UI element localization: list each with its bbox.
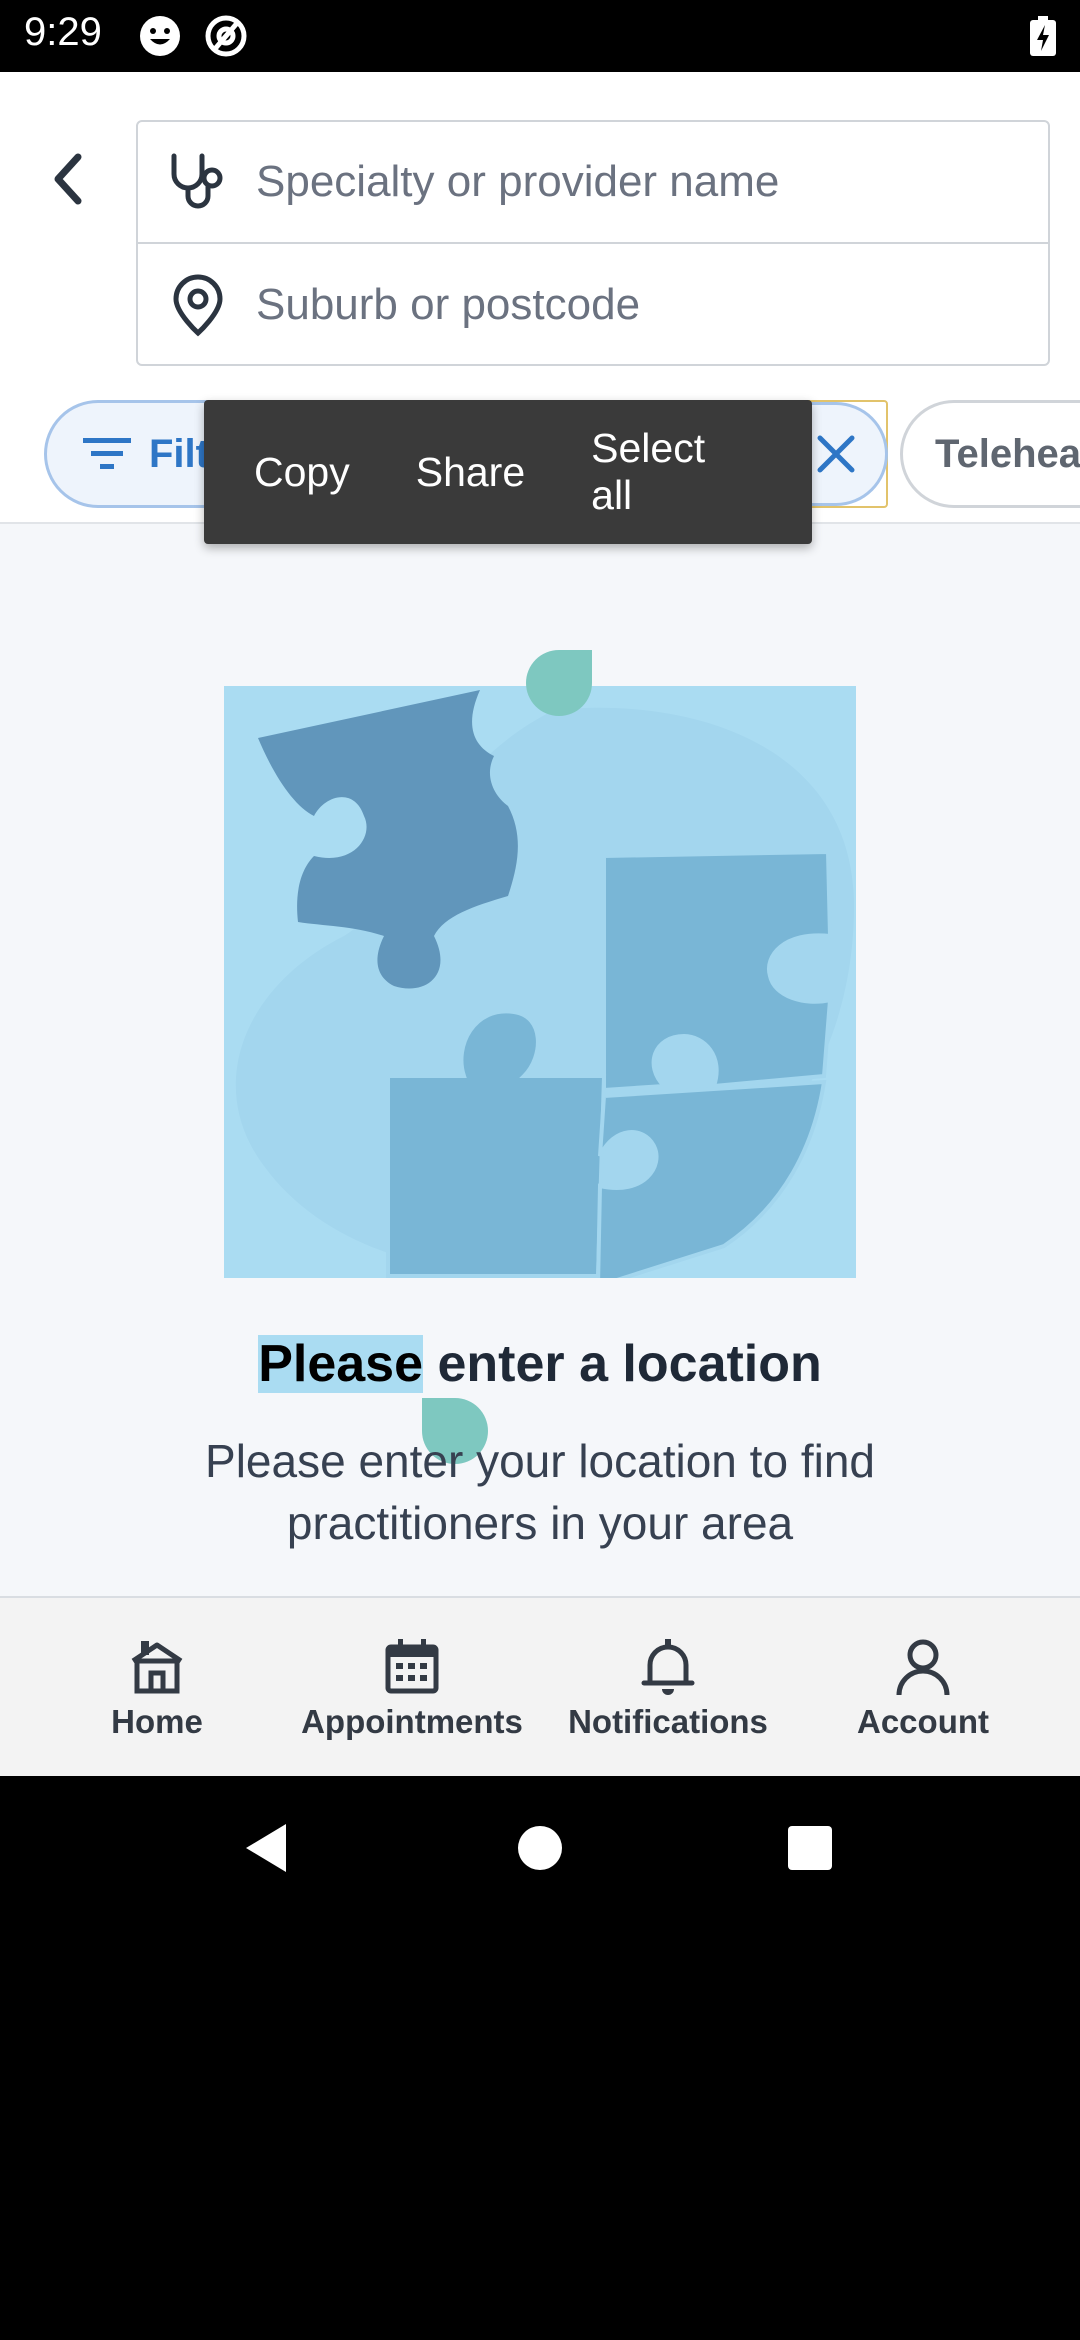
- select-all-menu-item[interactable]: Select all: [591, 425, 746, 519]
- share-menu-item[interactable]: Share: [416, 449, 525, 496]
- copy-menu-item[interactable]: Copy: [254, 449, 350, 496]
- nav-home[interactable]: Home: [60, 1598, 254, 1776]
- selection-handle-start[interactable]: [526, 650, 592, 716]
- telehealth-chip[interactable]: Teleheal: [900, 400, 1080, 508]
- nav-notifications-label: Notifications: [568, 1703, 768, 1740]
- search-box: Specialty or provider name Suburb or pos…: [136, 120, 1050, 366]
- selected-text[interactable]: Please: [258, 1335, 424, 1393]
- person-icon: [896, 1639, 950, 1696]
- calendar-icon: [385, 1639, 439, 1694]
- nav-appointments-label: Appointments: [301, 1703, 523, 1740]
- filter-chip-label: Filt: [149, 431, 209, 476]
- system-home-icon[interactable]: [508, 1816, 572, 1880]
- stethoscope-icon: [166, 150, 230, 214]
- smiley-notification-icon: [140, 16, 180, 56]
- puzzle-illustration: [224, 686, 856, 1278]
- close-icon[interactable]: [808, 426, 864, 482]
- nav-account[interactable]: Account: [826, 1598, 1020, 1776]
- nav-home-label: Home: [111, 1703, 203, 1740]
- at-sign-notification-icon: [205, 15, 247, 57]
- empty-state-message: Please enter your location to find pract…: [205, 1435, 875, 1549]
- chevron-left-icon: [54, 153, 82, 205]
- text-selection-menu: Copy Share Select all: [204, 400, 812, 544]
- nav-account-label: Account: [857, 1703, 989, 1740]
- nav-notifications[interactable]: Notifications: [556, 1598, 780, 1776]
- bottom-navigation: Home Appointments Notifications Account: [0, 1596, 1080, 1776]
- home-icon: [131, 1641, 183, 1694]
- specialty-row[interactable]: Specialty or provider name: [138, 122, 1048, 244]
- empty-state-title: Please enter a location: [0, 1334, 1080, 1394]
- puzzle-pieces-image: [235, 690, 854, 1278]
- nav-appointments[interactable]: Appointments: [294, 1598, 530, 1776]
- filter-icon: [83, 438, 131, 469]
- app-screen: Specialty or provider name Suburb or pos…: [0, 72, 1080, 1776]
- location-pin-icon: [166, 273, 230, 337]
- system-navigation-bar: [0, 1776, 1080, 1920]
- bell-icon: [641, 1639, 695, 1695]
- status-time: 9:29: [24, 10, 102, 54]
- status-bar: 9:29: [0, 0, 1080, 72]
- location-input[interactable]: Suburb or postcode: [256, 280, 640, 330]
- battery-charging-icon: [1030, 16, 1056, 56]
- system-recents-icon[interactable]: [778, 1816, 842, 1880]
- system-back-icon[interactable]: [236, 1816, 300, 1880]
- back-button[interactable]: [36, 144, 100, 214]
- specialty-input[interactable]: Specialty or provider name: [256, 157, 779, 207]
- title-text: enter a location: [423, 1335, 822, 1393]
- location-row[interactable]: Suburb or postcode: [138, 244, 1048, 366]
